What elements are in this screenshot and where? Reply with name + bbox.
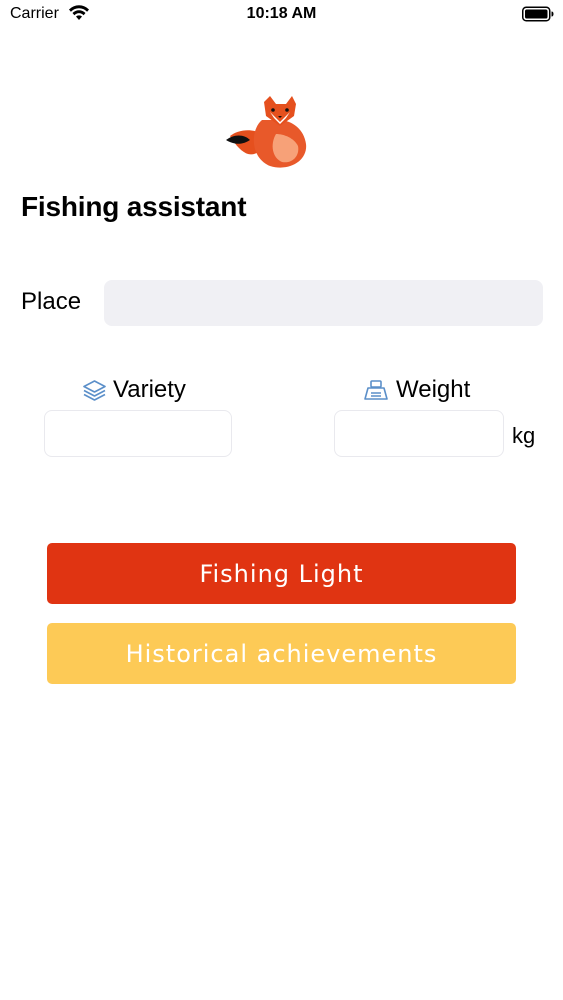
variety-header: Variety (82, 374, 186, 406)
battery-icon (522, 6, 554, 22)
weight-label: Weight (396, 376, 471, 403)
layers-icon (83, 380, 106, 401)
place-label: Place (21, 288, 82, 315)
weight-input[interactable] (334, 410, 504, 457)
variety-label: Variety (113, 376, 186, 403)
app-title: Fishing assistant (21, 191, 247, 222)
scale-weight-icon (364, 380, 388, 400)
fishing-light-button[interactable]: Fishing Light (47, 543, 516, 604)
status-bar: Carrier 10:18 AM (0, 0, 563, 30)
historical-achievements-button[interactable]: Historical achievements (47, 623, 516, 684)
fox-logo (226, 96, 307, 168)
clock-time: 10:18 AM (246, 5, 317, 22)
weight-unit-label: kg (512, 423, 536, 448)
variety-input[interactable] (44, 410, 232, 457)
weight-header: Weight (362, 374, 470, 406)
place-input[interactable] (104, 280, 543, 326)
